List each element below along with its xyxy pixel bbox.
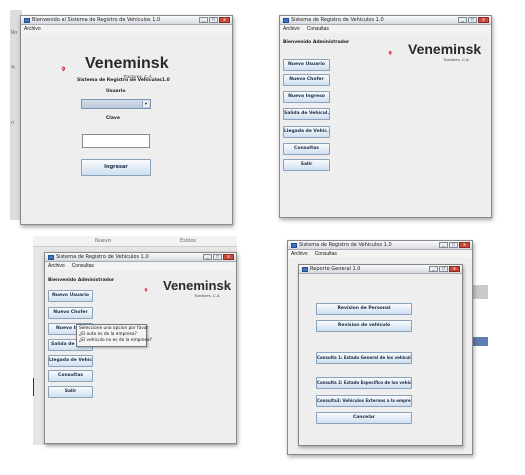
brand-name: Veneminsk <box>85 55 169 72</box>
query1-general-status-button[interactable]: Consulta 1: Estado General de los vehicu… <box>316 352 412 364</box>
maximize-icon[interactable]: □ <box>213 254 222 260</box>
vehicle-review-button[interactable]: Revision de vehiculo <box>316 320 412 332</box>
veneminsk-logo-mark <box>388 50 392 56</box>
prompt-main-window: Sistema de Registro de Vehiculos 1.0 _ □… <box>44 252 237 444</box>
java-app-icon <box>302 267 308 272</box>
consultas-window-title: Sistema de Registro de Vehiculos 1.0 <box>299 242 392 248</box>
welcome-label: Bienvenido Administrador <box>48 278 115 283</box>
queries-button[interactable]: Consultas <box>48 370 93 382</box>
new-entry-button[interactable]: Nuevo Ingreso <box>283 91 330 103</box>
new-driver-button[interactable]: Nuevo Chofer <box>48 307 93 319</box>
cancel-button[interactable]: Cancelar <box>316 412 412 424</box>
close-icon[interactable]: x <box>449 266 460 272</box>
veneminsk-logo-mark <box>144 288 148 293</box>
report-title-bar[interactable]: Reporte General 1.0 _ □ x <box>299 265 462 274</box>
vehicle-ownership-popup: Seleccione una opcion por favor ¿El auto… <box>76 324 152 347</box>
prompt-title-bar[interactable]: Sistema de Registro de Vehiculos 1.0 _ □… <box>45 253 236 262</box>
chevron-down-icon[interactable]: ▼ <box>142 101 149 107</box>
minimize-icon[interactable]: _ <box>439 242 448 248</box>
new-user-button[interactable]: Nuevo Usuario <box>283 59 330 71</box>
background-toolbar-text: Estilos <box>180 238 197 244</box>
minimize-icon[interactable]: _ <box>429 266 438 272</box>
menu-consultas[interactable]: Consultas <box>72 262 94 270</box>
prompt-menu-bar: Archivo Consultas <box>45 262 236 270</box>
java-app-icon <box>291 243 297 248</box>
minimize-icon[interactable]: _ <box>199 17 208 23</box>
new-user-button[interactable]: Nuevo Usuario <box>48 290 93 302</box>
close-icon[interactable]: x <box>459 242 470 248</box>
password-label: Clave <box>106 116 120 121</box>
prompt-window-title: Sistema de Registro de Vehiculos 1.0 <box>56 254 149 260</box>
system-heading: Sistema de Registro de Vehiculos1.0 <box>77 78 170 83</box>
java-app-icon <box>283 18 289 23</box>
main-title-bar[interactable]: Sistema de Registro de Vehiculos 1.0 _ □… <box>280 16 491 25</box>
brand-subtitle: Tractores, C.A. <box>194 293 221 298</box>
login-menu-bar: Archivo <box>21 25 232 33</box>
main-window: Sistema de Registro de Vehiculos 1.0 _ □… <box>279 15 492 218</box>
report-dialog: Reporte General 1.0 _ □ x Revision de Pe… <box>298 264 463 446</box>
queries-button[interactable]: Consultas <box>283 143 330 155</box>
menu-consultas[interactable]: Consultas <box>307 25 329 33</box>
user-select[interactable]: ▼ <box>81 99 151 109</box>
main-window-title: Sistema de Registro de Vehiculos 1.0 <box>291 17 384 23</box>
background-toolbar-text: Nuevo <box>95 238 112 244</box>
background-text-cursor <box>33 378 34 396</box>
consultas-main-window: Sistema de Registro de Vehiculos 1.0 _ □… <box>287 240 473 455</box>
menu-consultas[interactable]: Consultas <box>315 250 337 258</box>
background-document-toolbar <box>33 236 237 247</box>
vehicle-exit-button[interactable]: Salida de Vehicul... <box>283 108 330 120</box>
query2-specific-status-button[interactable]: Consulta 2: Estado Especifico de los veh… <box>316 377 412 389</box>
login-title-bar[interactable]: Bienvenido al Sistema de Registro de Veh… <box>21 16 232 25</box>
login-button[interactable]: Ingresar <box>81 159 151 176</box>
vehicle-arrival-button[interactable]: Llegada de Vehic... <box>283 126 330 138</box>
report-dialog-title: Reporte General 1.0 <box>310 266 361 272</box>
exit-button[interactable]: Salir <box>48 386 93 398</box>
login-window: Bienvenido al Sistema de Registro de Veh… <box>20 15 233 225</box>
java-app-icon <box>24 18 30 23</box>
close-icon[interactable]: x <box>478 17 489 23</box>
maximize-icon[interactable]: □ <box>468 17 477 23</box>
exit-button[interactable]: Salir <box>283 159 330 171</box>
maximize-icon[interactable]: □ <box>449 242 458 248</box>
menu-archivo[interactable]: Archivo <box>291 250 308 258</box>
welcome-label: Bienvenido Administrador <box>283 40 350 45</box>
query3-external-vehicles-button[interactable]: Consulta3: Vehiculos Externos a la empre… <box>316 395 412 407</box>
veneminsk-logo: Veneminsk Tractores, C.A. <box>144 277 236 305</box>
close-icon[interactable]: x <box>223 254 234 260</box>
consultas-title-bar[interactable]: Sistema de Registro de Vehiculos 1.0 _ □… <box>288 241 472 250</box>
main-menu-bar: Archivo Consultas <box>280 25 491 33</box>
new-driver-button[interactable]: Nuevo Chofer <box>283 74 330 86</box>
brand-name: Veneminsk <box>163 278 231 293</box>
veneminsk-logo: Veneminsk Tractores, C.A. <box>388 40 492 68</box>
login-window-title: Bienvenido al Sistema de Registro de Veh… <box>32 17 161 23</box>
popup-option-external-vehicle[interactable]: ¿El vehiculo no es de la empresa? <box>79 338 152 344</box>
background-doc-text: a, <box>11 64 16 70</box>
menu-archivo[interactable]: Archivo <box>283 25 300 33</box>
brand-subtitle: Tractores, C.A. <box>443 57 470 62</box>
brand-name: Veneminsk <box>408 41 482 57</box>
java-app-icon <box>48 255 54 260</box>
menu-archivo[interactable]: Archivo <box>24 25 41 33</box>
minimize-icon[interactable]: _ <box>458 17 467 23</box>
minimize-icon[interactable]: _ <box>203 254 212 260</box>
consultas-menu-bar: Archivo Consultas <box>288 250 472 258</box>
background-doc-text: n <box>11 120 15 126</box>
maximize-icon[interactable]: □ <box>439 266 448 272</box>
menu-archivo[interactable]: Archivo <box>48 262 65 270</box>
user-label: Usuario <box>106 89 126 94</box>
vehicle-arrival-button[interactable]: Llegada de Vehic... <box>48 355 93 367</box>
close-icon[interactable]: x <box>219 17 230 23</box>
background-doc-text: Ro <box>11 30 18 36</box>
maximize-icon[interactable]: □ <box>209 17 218 23</box>
personnel-review-button[interactable]: Revision de Personal <box>316 303 412 315</box>
password-field[interactable] <box>82 134 150 148</box>
